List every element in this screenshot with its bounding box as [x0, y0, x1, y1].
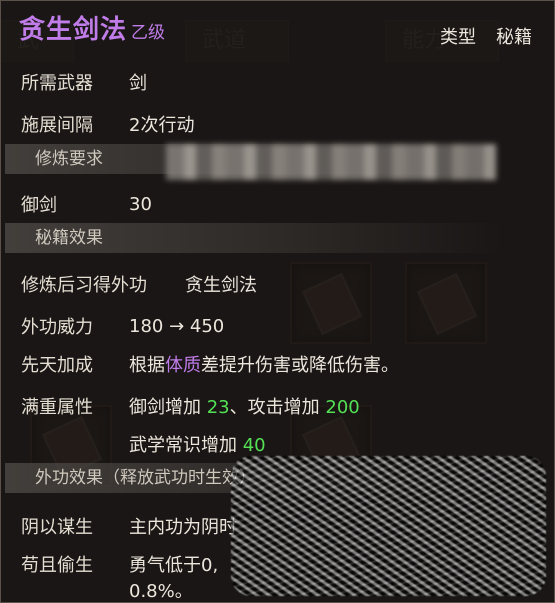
- item-title: 贪生剑法: [19, 15, 128, 45]
- innate-text-pre: 根据: [129, 355, 165, 376]
- bonus-text: 、攻击增加: [229, 397, 326, 418]
- weapon-value: 剑: [129, 73, 147, 94]
- power-row: 外功威力 180 → 450: [21, 313, 224, 339]
- interval-row: 施展间隔 2次行动: [21, 111, 194, 137]
- external-effect-label: 苟且偷生: [21, 555, 93, 576]
- power-label: 外功威力: [21, 317, 93, 338]
- innate-label: 先天加成: [21, 355, 93, 376]
- interval-value: 2次行动: [129, 115, 195, 136]
- weapon-row: 所需武器 剑: [21, 69, 147, 95]
- learn-label: 修炼后习得外功: [21, 275, 147, 296]
- effects-header: 秘籍效果: [5, 223, 505, 253]
- interval-label: 施展间隔: [21, 115, 93, 136]
- item-grade: 乙级: [131, 23, 166, 43]
- skill-value: 30: [129, 193, 152, 215]
- learn-row: 修炼后习得外功 贪生剑法: [21, 271, 257, 297]
- power-value: 180 → 450: [129, 315, 225, 337]
- maxattr-line2: 武学常识增加 40: [129, 431, 266, 457]
- learn-value: 贪生剑法: [185, 275, 257, 296]
- title-row: 贪生剑法 乙级: [19, 9, 165, 49]
- maxattr-row-2: 武学常识增加 40: [129, 431, 266, 457]
- external-effect-row-2: 0.8%。: [129, 577, 193, 603]
- external-effect-label: 阴以谋生: [21, 517, 93, 538]
- external-effect-row: 苟且偷生 勇气低于0,: [21, 551, 218, 577]
- item-type: 类型 秘籍: [440, 23, 532, 49]
- external-effect-value: 0.8%。: [129, 581, 193, 602]
- external-effect-value: 勇气低于0,: [129, 555, 219, 576]
- external-effect-value: 主内功为阴时: [129, 517, 237, 538]
- weapon-label: 所需武器: [21, 73, 93, 94]
- external-effect-row: 阴以谋生 主内功为阴时: [21, 513, 237, 539]
- bonus-number: 40: [242, 435, 266, 456]
- bonus-number: 23: [206, 397, 230, 418]
- type-label: 类型: [440, 27, 476, 48]
- bonus-text: 御剑增加: [129, 397, 207, 418]
- innate-value: 根据体质差提升伤害或降低伤害。: [129, 351, 399, 377]
- innate-row: 先天加成 根据体质差提升伤害或降低伤害。: [21, 351, 399, 377]
- bonus-text: 武学常识增加: [129, 435, 243, 456]
- redaction-noise: [231, 456, 546, 596]
- innate-text-post: 差提升伤害或降低伤害。: [201, 355, 399, 376]
- skill-label: 御剑: [21, 195, 57, 216]
- requirement-row: 御剑 30: [21, 191, 152, 217]
- maxattr-row: 满重属性 御剑增加 23、攻击增加 200: [21, 393, 360, 419]
- type-value: 秘籍: [496, 27, 532, 48]
- innate-attribute: 体质: [165, 355, 201, 376]
- maxattr-line1: 御剑增加 23、攻击增加 200: [129, 393, 360, 419]
- bonus-number: 200: [325, 397, 360, 418]
- item-tooltip: 贪生剑法 乙级 类型 秘籍 所需武器 剑 施展间隔 2次行动 修炼要求 御剑 3…: [0, 0, 555, 603]
- maxattr-label: 满重属性: [21, 397, 93, 418]
- blurred-area: [166, 144, 496, 180]
